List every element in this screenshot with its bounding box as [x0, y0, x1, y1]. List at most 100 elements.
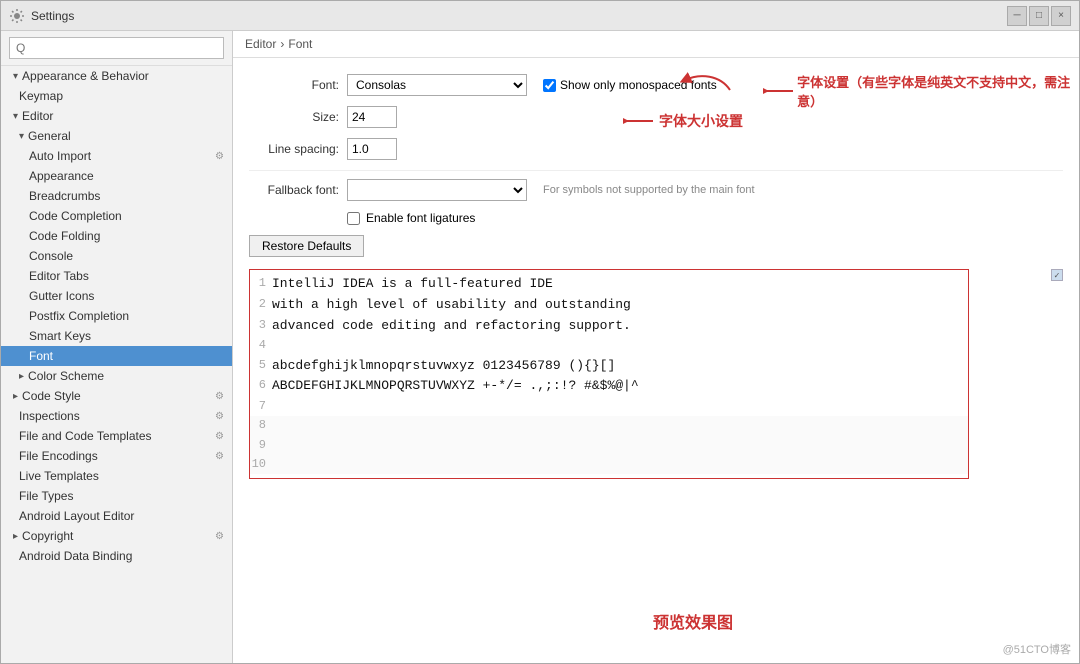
sidebar-item-label: Editor Tabs — [29, 269, 89, 283]
settings-icon: ⚙ — [215, 431, 224, 442]
fallback-label: Fallback font: — [249, 183, 339, 197]
line-spacing-label: Line spacing: — [249, 142, 339, 156]
breadcrumb-part2: Font — [288, 37, 312, 51]
sidebar-item-keymap[interactable]: Keymap — [1, 86, 232, 106]
fallback-row: Fallback font: For symbols not supported… — [249, 179, 1063, 201]
sidebar-item-code-completion[interactable]: Code Completion — [1, 206, 232, 226]
sidebar: ▾ Appearance & Behavior Keymap ▾ Editor … — [1, 31, 233, 663]
sidebar-item-live-templates[interactable]: Live Templates — [1, 466, 232, 486]
breadcrumb: Editor › Font — [233, 31, 1079, 58]
extra-preview-line: 10 — [250, 455, 968, 474]
preview-line: 2with a high level of usability and outs… — [250, 295, 968, 316]
font-arrow-svg — [680, 65, 740, 95]
sidebar-item-label: General — [28, 129, 71, 143]
ligatures-label: Enable font ligatures — [366, 211, 475, 225]
content-area: Font: Consolas Show only monospaced font… — [233, 58, 1079, 663]
sidebar-item-font[interactable]: Font — [1, 346, 232, 366]
sidebar-item-label: Appearance — [29, 169, 94, 183]
line-number: 5 — [250, 356, 272, 377]
minimize-button[interactable]: ─ — [1007, 6, 1027, 26]
sidebar-item-editor[interactable]: ▾ Editor — [1, 106, 232, 126]
line-spacing-input[interactable] — [347, 138, 397, 160]
line-code: with a high level of usability and outst… — [272, 295, 631, 316]
title-bar-left: Settings — [9, 8, 74, 24]
line-code: advanced code editing and refactoring su… — [272, 316, 631, 337]
sidebar-item-file-code-templates[interactable]: File and Code Templates ⚙ — [1, 426, 232, 446]
size-label: Size: — [249, 110, 339, 124]
search-input[interactable] — [9, 37, 224, 59]
sidebar-item-label: File and Code Templates — [19, 429, 152, 443]
settings-icon: ⚙ — [215, 531, 224, 542]
line-spacing-row: Line spacing: — [249, 138, 1063, 160]
sidebar-item-auto-import[interactable]: Auto Import ⚙ — [1, 146, 232, 166]
preview-line: 3advanced code editing and refactoring s… — [250, 316, 968, 337]
sidebar-item-console[interactable]: Console — [1, 246, 232, 266]
sidebar-item-label: Color Scheme — [28, 369, 104, 383]
title-bar: Settings ─ □ × — [1, 1, 1079, 31]
arrow-icon: ▸ — [13, 391, 18, 402]
sidebar-item-code-style[interactable]: ▸ Code Style ⚙ — [1, 386, 232, 406]
watermark: @51CTO博客 — [1003, 641, 1071, 657]
sidebar-item-label: Code Completion — [29, 209, 122, 223]
settings-icon: ⚙ — [215, 411, 224, 422]
window-body: ▾ Appearance & Behavior Keymap ▾ Editor … — [1, 31, 1079, 663]
sidebar-item-general[interactable]: ▾ General — [1, 126, 232, 146]
settings-app-icon — [9, 8, 25, 24]
arrow-icon: ▾ — [13, 71, 18, 82]
line-number: 3 — [250, 316, 272, 337]
sidebar-item-label: Appearance & Behavior — [22, 69, 149, 83]
sidebar-item-android-layout-editor[interactable]: Android Layout Editor — [1, 506, 232, 526]
preview-line: 4 — [250, 336, 968, 355]
sidebar-item-label: Android Layout Editor — [19, 509, 134, 523]
sidebar-item-breadcrumbs[interactable]: Breadcrumbs — [1, 186, 232, 206]
ligatures-checkbox[interactable] — [347, 212, 360, 225]
fallback-note: For symbols not supported by the main fo… — [543, 184, 755, 196]
settings-icon: ⚙ — [215, 151, 224, 162]
monospaced-checkbox[interactable] — [543, 79, 556, 92]
sidebar-item-inspections[interactable]: Inspections ⚙ — [1, 406, 232, 426]
line-number: 9 — [250, 436, 272, 455]
sidebar-item-postfix-completion[interactable]: Postfix Completion — [1, 306, 232, 326]
size-arrow — [623, 110, 655, 132]
font-label: Font: — [249, 78, 339, 92]
search-box — [1, 31, 232, 66]
settings-icon: ⚙ — [215, 451, 224, 462]
sidebar-item-appearance[interactable]: Appearance — [1, 166, 232, 186]
sidebar-item-code-folding[interactable]: Code Folding — [1, 226, 232, 246]
font-select[interactable]: Consolas — [347, 74, 527, 96]
sidebar-item-label: Font — [29, 349, 53, 363]
preview-line: 6ABCDEFGHIJKLMNOPQRSTUVWXYZ +-*/= .,;:!?… — [250, 376, 968, 397]
preview-area-wrapper: 1IntelliJ IDEA is a full-featured IDE2wi… — [249, 269, 1063, 479]
sidebar-item-appearance-behavior[interactable]: ▾ Appearance & Behavior — [1, 66, 232, 86]
sidebar-item-file-encodings[interactable]: File Encodings ⚙ — [1, 446, 232, 466]
sidebar-item-copyright[interactable]: ▸ Copyright ⚙ — [1, 526, 232, 546]
line-number: 10 — [250, 455, 272, 474]
sidebar-item-android-data-binding[interactable]: Android Data Binding — [1, 546, 232, 566]
settings-icon: ⚙ — [215, 391, 224, 402]
sidebar-item-editor-tabs[interactable]: Editor Tabs — [1, 266, 232, 286]
preview-box: 1IntelliJ IDEA is a full-featured IDE2wi… — [249, 269, 969, 479]
ligatures-row: Enable font ligatures — [347, 211, 1063, 225]
sidebar-item-gutter-icons[interactable]: Gutter Icons — [1, 286, 232, 306]
sidebar-item-color-scheme[interactable]: ▸ Color Scheme — [1, 366, 232, 386]
size-input[interactable] — [347, 106, 397, 128]
line-number: 1 — [250, 274, 272, 295]
maximize-button[interactable]: □ — [1029, 6, 1049, 26]
preview-tip-text: 预览效果图 — [653, 615, 733, 632]
sidebar-item-label: File Types — [19, 489, 73, 503]
sidebar-item-smart-keys[interactable]: Smart Keys — [1, 326, 232, 346]
sidebar-item-label: Gutter Icons — [29, 289, 94, 303]
close-button[interactable]: × — [1051, 6, 1071, 26]
extra-preview-line: 9 — [250, 436, 968, 455]
font-annotation-text: 字体设置（有些字体是纯英文不支持中文，需注意） — [763, 72, 1079, 110]
sidebar-item-file-types[interactable]: File Types — [1, 486, 232, 506]
restore-defaults-button[interactable]: Restore Defaults — [249, 235, 364, 257]
sidebar-item-label: Keymap — [19, 89, 63, 103]
breadcrumb-part1: Editor — [245, 37, 276, 51]
line-number: 2 — [250, 295, 272, 316]
line-code: ABCDEFGHIJKLMNOPQRSTUVWXYZ +-*/= .,;:!? … — [272, 376, 639, 397]
arrow-icon: ▸ — [19, 371, 24, 382]
line-number: 4 — [250, 336, 272, 355]
fallback-select[interactable] — [347, 179, 527, 201]
line-code: abcdefghijklmnopqrstuvwxyz 0123456789 ()… — [272, 356, 615, 377]
